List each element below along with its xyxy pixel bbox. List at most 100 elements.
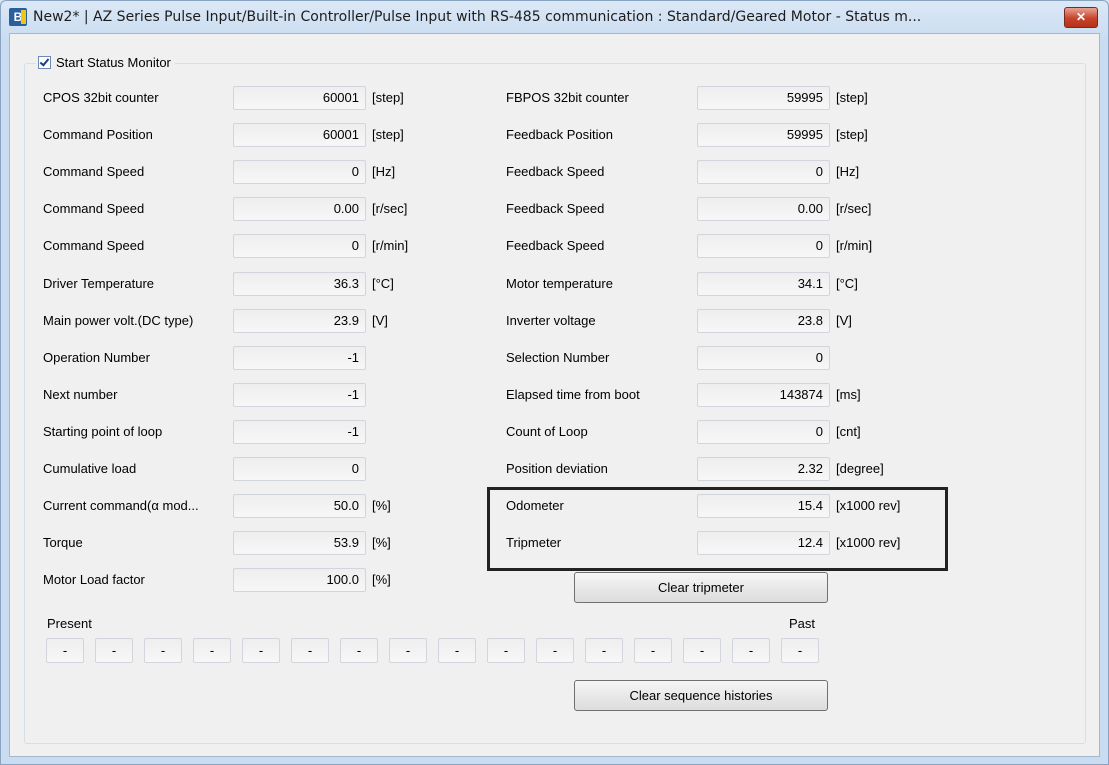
status-unit: [r/min] [372,238,409,253]
status-unit: [%] [372,535,391,550]
status-label: Elapsed time from boot [506,387,640,402]
history-slot: - [340,638,378,663]
status-value-field: 143874 [697,383,830,407]
status-value-field: 23.9 [233,309,366,333]
clear-tripmeter-button[interactable]: Clear tripmeter [574,572,828,603]
status-value-field: -1 [233,346,366,370]
clear-sequence-histories-button[interactable]: Clear sequence histories [574,680,828,711]
title-bar[interactable]: B New2* | AZ Series Pulse Input/Built-in… [1,1,1108,33]
history-slot: - [732,638,770,663]
odometer-highlight-frame [487,487,948,571]
status-unit: [%] [372,572,391,587]
status-value-field: -1 [233,420,366,444]
history-slot: - [683,638,721,663]
status-value-field: 60001 [233,123,366,147]
status-value-field: -1 [233,383,366,407]
status-value-field: 50.0 [233,494,366,518]
history-slot: - [193,638,231,663]
status-unit: [V] [836,313,852,328]
status-value-field: 0 [233,457,366,481]
status-value-field: 100.0 [233,568,366,592]
start-status-monitor-toggle[interactable]: Start Status Monitor [36,52,175,72]
client-area: Start Status Monitor CPOS 32bit counter 6… [9,33,1100,757]
history-slot: - [438,638,476,663]
status-value-field: 0 [233,234,366,258]
window-title: New2* | AZ Series Pulse Input/Built-in C… [33,9,922,25]
status-value-field: 34.1 [697,272,830,296]
status-value-field: 36.3 [233,272,366,296]
close-button[interactable]: ✕ [1064,7,1098,28]
status-label: Driver Temperature [43,276,155,291]
status-value-field: 23.8 [697,309,830,333]
status-value-field: 53.9 [233,531,366,555]
status-unit: [step] [372,127,404,142]
status-unit: [step] [372,90,404,105]
status-label: Feedback Speed [506,164,605,179]
status-unit: [r/min] [836,238,873,253]
status-unit: [r/sec] [372,201,408,216]
history-slot: - [781,638,819,663]
status-label: Count of Loop [506,424,588,439]
status-label: Starting point of loop [43,424,163,439]
status-value-field: 0 [697,234,830,258]
status-label: FBPOS 32bit counter [506,90,629,105]
status-value-field: 0 [233,160,366,184]
history-slot: - [389,638,427,663]
status-label: Main power volt.(DC type) [43,313,194,328]
history-slot: - [242,638,280,663]
start-status-monitor-label: Start Status Monitor [56,54,171,70]
status-unit: [Hz] [836,164,860,179]
status-unit: [°C] [836,276,858,291]
status-unit: [V] [372,313,388,328]
status-value-field: 0 [697,420,830,444]
status-unit: [step] [836,127,868,142]
status-label: Command Position [43,127,153,142]
status-unit: [degree] [836,461,884,476]
status-label: Feedback Speed [506,201,605,216]
status-value-field: 59995 [697,123,830,147]
status-label: Command Speed [43,238,145,253]
status-label: Current command(α mod... [43,498,199,513]
status-value-field: 0 [697,346,830,370]
status-label: Selection Number [506,350,610,365]
history-past-label: Past [789,616,816,631]
status-value-field: 2.32 [697,457,830,481]
status-label: Torque [43,535,83,550]
history-slot: - [46,638,84,663]
history-slot: - [634,638,672,663]
status-label: Feedback Speed [506,238,605,253]
status-unit: [ms] [836,387,861,402]
status-label: Motor Load factor [43,572,145,587]
history-slot: - [95,638,133,663]
status-unit: [%] [372,498,391,513]
status-unit: [step] [836,90,868,105]
history-slot: - [291,638,329,663]
status-label: Feedback Position [506,127,613,142]
history-slot: - [585,638,623,663]
status-value-field: 60001 [233,86,366,110]
status-label: Inverter voltage [506,313,596,328]
status-unit: [r/sec] [836,201,872,216]
history-slot: - [487,638,525,663]
status-label: Next number [43,387,118,402]
status-label: Command Speed [43,164,145,179]
app-icon: B [9,8,27,26]
status-unit: [Hz] [372,164,396,179]
status-value-field: 59995 [697,86,830,110]
status-unit: [cnt] [836,424,861,439]
status-monitor-window: B New2* | AZ Series Pulse Input/Built-in… [0,0,1109,765]
status-value-field: 0.00 [697,197,830,221]
status-label: Position deviation [506,461,608,476]
status-label: Command Speed [43,201,145,216]
status-label: CPOS 32bit counter [43,90,159,105]
status-unit: [°C] [372,276,394,291]
status-value-field: 0 [697,160,830,184]
status-label: Operation Number [43,350,150,365]
history-slot: - [144,638,182,663]
status-label: Motor temperature [506,276,613,291]
start-status-monitor-checkbox[interactable] [38,55,51,69]
history-slot: - [536,638,574,663]
status-label: Cumulative load [43,461,137,476]
status-value-field: 0.00 [233,197,366,221]
history-present-label: Present [47,616,92,631]
